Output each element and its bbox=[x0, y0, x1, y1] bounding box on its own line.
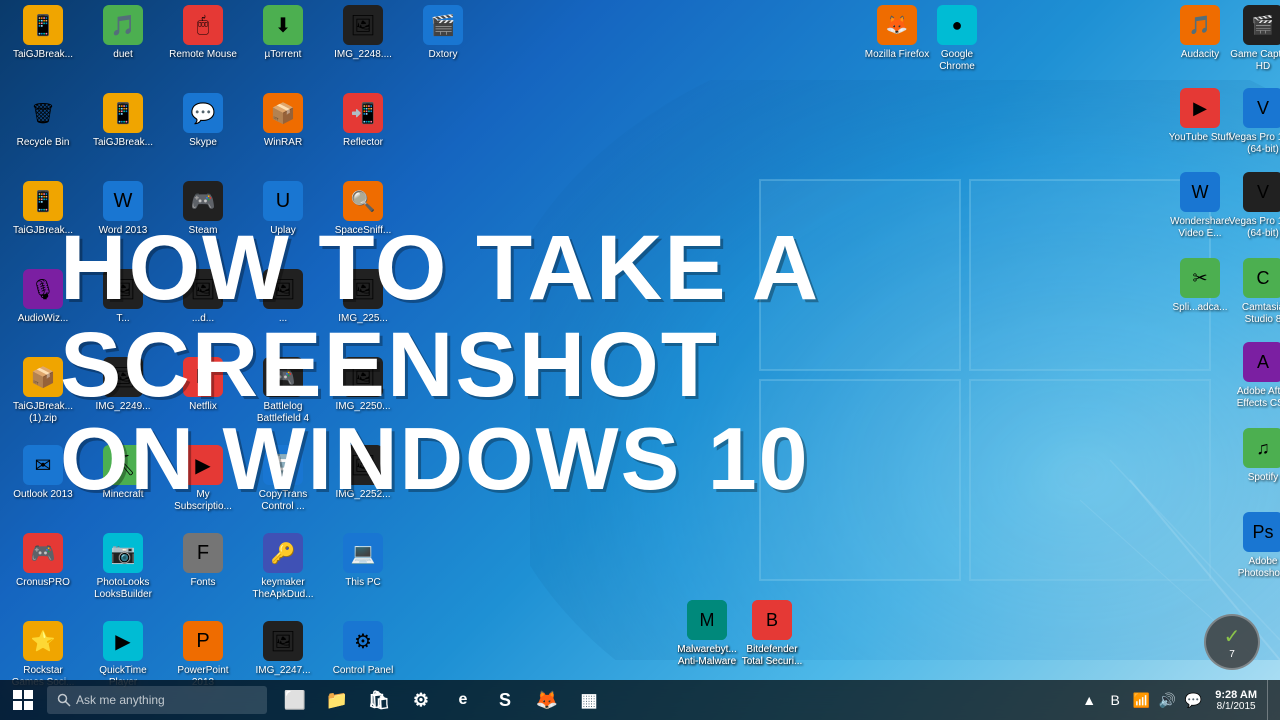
taskbar-icon-store[interactable]: 🛍 bbox=[359, 680, 399, 720]
audacity-icon: 🎵 bbox=[1180, 5, 1220, 45]
taskbar-icon-file-explorer[interactable]: 📁 bbox=[317, 680, 357, 720]
desktop-icon-game-capture[interactable]: 🎬 Game Capture HD bbox=[1228, 5, 1280, 73]
show-desktop-button[interactable] bbox=[1267, 680, 1275, 720]
taskbar-icon-edge[interactable]: e bbox=[443, 680, 483, 720]
vegas-pro-64-icon: V bbox=[1243, 88, 1280, 128]
taskbar-icon-task-mgr[interactable]: ▦ bbox=[569, 680, 609, 720]
search-icon bbox=[57, 693, 71, 707]
tray-icon-network-tray[interactable]: 📶 bbox=[1129, 680, 1153, 720]
taskbar-icon-settings[interactable]: ⚙ bbox=[401, 680, 441, 720]
vegas-pro2-icon: V bbox=[1243, 172, 1280, 212]
clock-time: 9:28 AM bbox=[1215, 689, 1257, 701]
taskbar-icon-firefox-task[interactable]: 🦊 bbox=[527, 680, 567, 720]
check-icon: ✓ bbox=[1224, 624, 1241, 649]
desktop-icon-audacity[interactable]: 🎵 Audacity bbox=[1165, 5, 1235, 61]
windows-logo-icon bbox=[13, 690, 33, 710]
video-title: HOW TO TAKE A SCREENSHOT ON WINDOWS 10 bbox=[60, 220, 1280, 506]
mozilla-firefox-icon: 🦊 bbox=[877, 5, 917, 45]
game-capture-icon: 🎬 bbox=[1243, 5, 1280, 45]
google-chrome-label: Google Chrome bbox=[922, 49, 992, 73]
taskbar-icon-task-view[interactable]: ⬜ bbox=[275, 680, 315, 720]
tray-icon-notif-tray[interactable]: 💬 bbox=[1181, 680, 1205, 720]
photoshop-label: Adobe Photosho... bbox=[1228, 556, 1280, 580]
game-capture-label: Game Capture HD bbox=[1228, 49, 1280, 73]
search-bar[interactable]: Ask me anything bbox=[47, 686, 267, 714]
tray-icon-bitdefender-tray[interactable]: B bbox=[1103, 680, 1127, 720]
wondershare-icon: W bbox=[1180, 172, 1220, 212]
video-title-line2: ON WINDOWS 10 bbox=[60, 413, 1280, 505]
taskbar-icon-skype-task[interactable]: S bbox=[485, 680, 525, 720]
pinned-taskbar-area: ●Malwarebyt... Anti-Malware●Bitdefender … bbox=[0, 600, 1280, 680]
notification-circle[interactable]: ✓ 7 bbox=[1204, 614, 1260, 670]
clock-date: 8/1/2015 bbox=[1215, 701, 1257, 712]
audacity-label: Audacity bbox=[1181, 49, 1219, 61]
desktop-icon-vegas-pro-64[interactable]: V Vegas Pro 13.0 (64-bit) bbox=[1228, 88, 1280, 156]
video-title-line1: HOW TO TAKE A SCREENSHOT bbox=[60, 220, 1280, 413]
pinned-icon-bitdefender[interactable]: B BitdefenderTotal Securi... bbox=[737, 600, 807, 668]
pinned-icon-malwarebytes[interactable]: M Malwarebyt...Anti-Malware bbox=[672, 600, 742, 668]
google-chrome-icon: ● bbox=[937, 5, 977, 45]
search-placeholder: Ask me anything bbox=[76, 693, 165, 707]
bitdefender-label: BitdefenderTotal Securi... bbox=[742, 644, 803, 668]
desktop-icon-google-chrome[interactable]: ● Google Chrome bbox=[922, 5, 992, 73]
bitdefender-icon: B bbox=[752, 600, 792, 640]
malwarebytes-icon: M bbox=[687, 600, 727, 640]
desktop-icon-youtube-stuff[interactable]: ▶ YouTube Stuff bbox=[1165, 88, 1235, 144]
taskbar-pinned-icons: ⬜📁🛍⚙eS🦊▦ bbox=[275, 680, 609, 720]
youtube-stuff-label: YouTube Stuff bbox=[1169, 132, 1231, 144]
mozilla-firefox-label: Mozilla Firefox bbox=[865, 49, 929, 61]
tray-icon-tray-up[interactable]: ▲ bbox=[1077, 680, 1101, 720]
photoshop-icon: Ps bbox=[1243, 512, 1280, 552]
taskbar: Ask me anything ⬜📁🛍⚙eS🦊▦ ▲B📶🔊💬 9:28 AM 8… bbox=[0, 680, 1280, 720]
vegas-pro-64-label: Vegas Pro 13.0 (64-bit) bbox=[1228, 132, 1280, 156]
desktop-icon-photoshop[interactable]: Ps Adobe Photosho... bbox=[1228, 512, 1280, 580]
notification-number: 7 bbox=[1229, 649, 1235, 660]
youtube-stuff-icon: ▶ bbox=[1180, 88, 1220, 128]
system-tray: ▲B📶🔊💬 9:28 AM 8/1/2015 bbox=[1077, 680, 1280, 720]
malwarebytes-label: Malwarebyt...Anti-Malware bbox=[677, 644, 736, 668]
taskbar-clock[interactable]: 9:28 AM 8/1/2015 bbox=[1207, 689, 1265, 712]
tray-icon-volume-tray[interactable]: 🔊 bbox=[1155, 680, 1179, 720]
start-button[interactable] bbox=[0, 680, 45, 720]
